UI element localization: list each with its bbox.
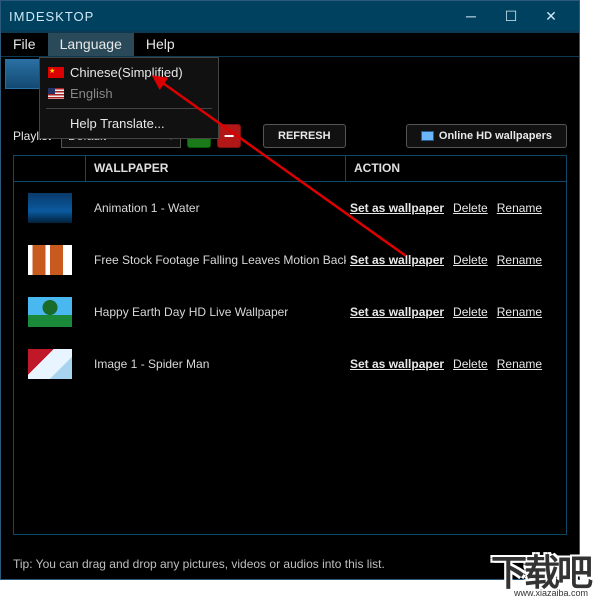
- titlebar: IMDESKTOP ─ ☐ ✕: [1, 1, 579, 31]
- table-row[interactable]: Happy Earth Day HD Live WallpaperSet as …: [14, 286, 566, 338]
- rename-link[interactable]: Rename: [497, 201, 542, 215]
- tv-icon: [421, 131, 434, 141]
- td-thumb: [14, 297, 86, 327]
- wallpaper-name: Happy Earth Day HD Live Wallpaper: [86, 305, 346, 319]
- dropdown-separator: [46, 108, 212, 109]
- td-actions: Set as wallpaper Delete Rename: [346, 357, 566, 371]
- wallpaper-thumbnail: [28, 349, 72, 379]
- rename-link[interactable]: Rename: [497, 253, 542, 267]
- help-translate-label: Help Translate...: [70, 116, 165, 131]
- sidebar-thumb[interactable]: [5, 59, 41, 89]
- wallpaper-name: Image 1 - Spider Man: [86, 357, 346, 371]
- close-button[interactable]: ✕: [531, 1, 571, 31]
- window-controls: ─ ☐ ✕: [451, 1, 571, 31]
- table-row[interactable]: Animation 1 - Water Set as wallpaper Delet…: [14, 182, 566, 234]
- td-actions: Set as wallpaper Delete Rename: [346, 253, 566, 267]
- delete-link[interactable]: Delete: [453, 201, 488, 215]
- table-body: Animation 1 - Water Set as wallpaper Delet…: [14, 182, 566, 390]
- wallpaper-thumbnail: [28, 297, 72, 327]
- tip-text: Tip: You can drag and drop any pictures,…: [13, 557, 567, 571]
- online-hd-label: Online HD wallpapers: [439, 130, 552, 142]
- delete-link[interactable]: Delete: [453, 357, 488, 371]
- table-header: WALLPAPER ACTION: [14, 156, 566, 182]
- remove-button[interactable]: −: [217, 124, 241, 148]
- rename-link[interactable]: Rename: [497, 305, 542, 319]
- set-wallpaper-link[interactable]: Set as wallpaper: [350, 305, 444, 319]
- language-dropdown: Chinese(Simplified) English Help Transla…: [39, 57, 219, 139]
- set-wallpaper-link[interactable]: Set as wallpaper: [350, 357, 444, 371]
- set-wallpaper-link[interactable]: Set as wallpaper: [350, 253, 444, 267]
- app-window: IMDESKTOP ─ ☐ ✕ File Language Help Chine…: [0, 0, 580, 580]
- menu-language[interactable]: Language: [48, 33, 134, 56]
- menubar: File Language Help: [1, 31, 579, 57]
- menu-help[interactable]: Help: [134, 33, 187, 56]
- app-title: IMDESKTOP: [9, 9, 451, 24]
- th-thumb: [14, 156, 86, 181]
- td-actions: Set as wallpaper Delete Rename: [346, 305, 566, 319]
- minimize-button[interactable]: ─: [451, 1, 491, 31]
- refresh-button[interactable]: REFRESH: [263, 124, 346, 148]
- th-action: ACTION: [346, 156, 566, 181]
- lang-option-english[interactable]: English: [40, 83, 218, 104]
- td-thumb: [14, 349, 86, 379]
- lang-option-chinese[interactable]: Chinese(Simplified): [40, 62, 218, 83]
- flag-cn-icon: [48, 67, 64, 78]
- wallpaper-thumbnail: [28, 245, 72, 275]
- lang-label: Chinese(Simplified): [70, 65, 183, 80]
- table-row[interactable]: Image 1 - Spider Man Set as wallpaper Dele…: [14, 338, 566, 390]
- td-thumb: [14, 193, 86, 223]
- flag-us-icon: [48, 88, 64, 99]
- delete-link[interactable]: Delete: [453, 305, 488, 319]
- th-wallpaper: WALLPAPER: [86, 156, 346, 181]
- wallpaper-table: WALLPAPER ACTION Animation 1 - WaterSet …: [13, 155, 567, 535]
- td-actions: Set as wallpaper Delete Rename: [346, 201, 566, 215]
- lang-label: English: [70, 86, 113, 101]
- rename-link[interactable]: Rename: [497, 357, 542, 371]
- online-hd-button[interactable]: Online HD wallpapers: [406, 124, 567, 148]
- maximize-button[interactable]: ☐: [491, 1, 531, 31]
- help-translate-option[interactable]: Help Translate...: [40, 113, 218, 134]
- menu-file[interactable]: File: [1, 33, 48, 56]
- td-thumb: [14, 245, 86, 275]
- watermark-url: www.xiazaiba.com: [514, 588, 588, 598]
- wallpaper-thumbnail: [28, 193, 72, 223]
- wallpaper-name: Animation 1 - Water: [86, 201, 346, 215]
- delete-link[interactable]: Delete: [453, 253, 488, 267]
- set-wallpaper-link[interactable]: Set as wallpaper: [350, 201, 444, 215]
- table-row[interactable]: Free Stock Footage Falling Leaves Motion…: [14, 234, 566, 286]
- wallpaper-name: Free Stock Footage Falling Leaves Motion…: [86, 253, 346, 267]
